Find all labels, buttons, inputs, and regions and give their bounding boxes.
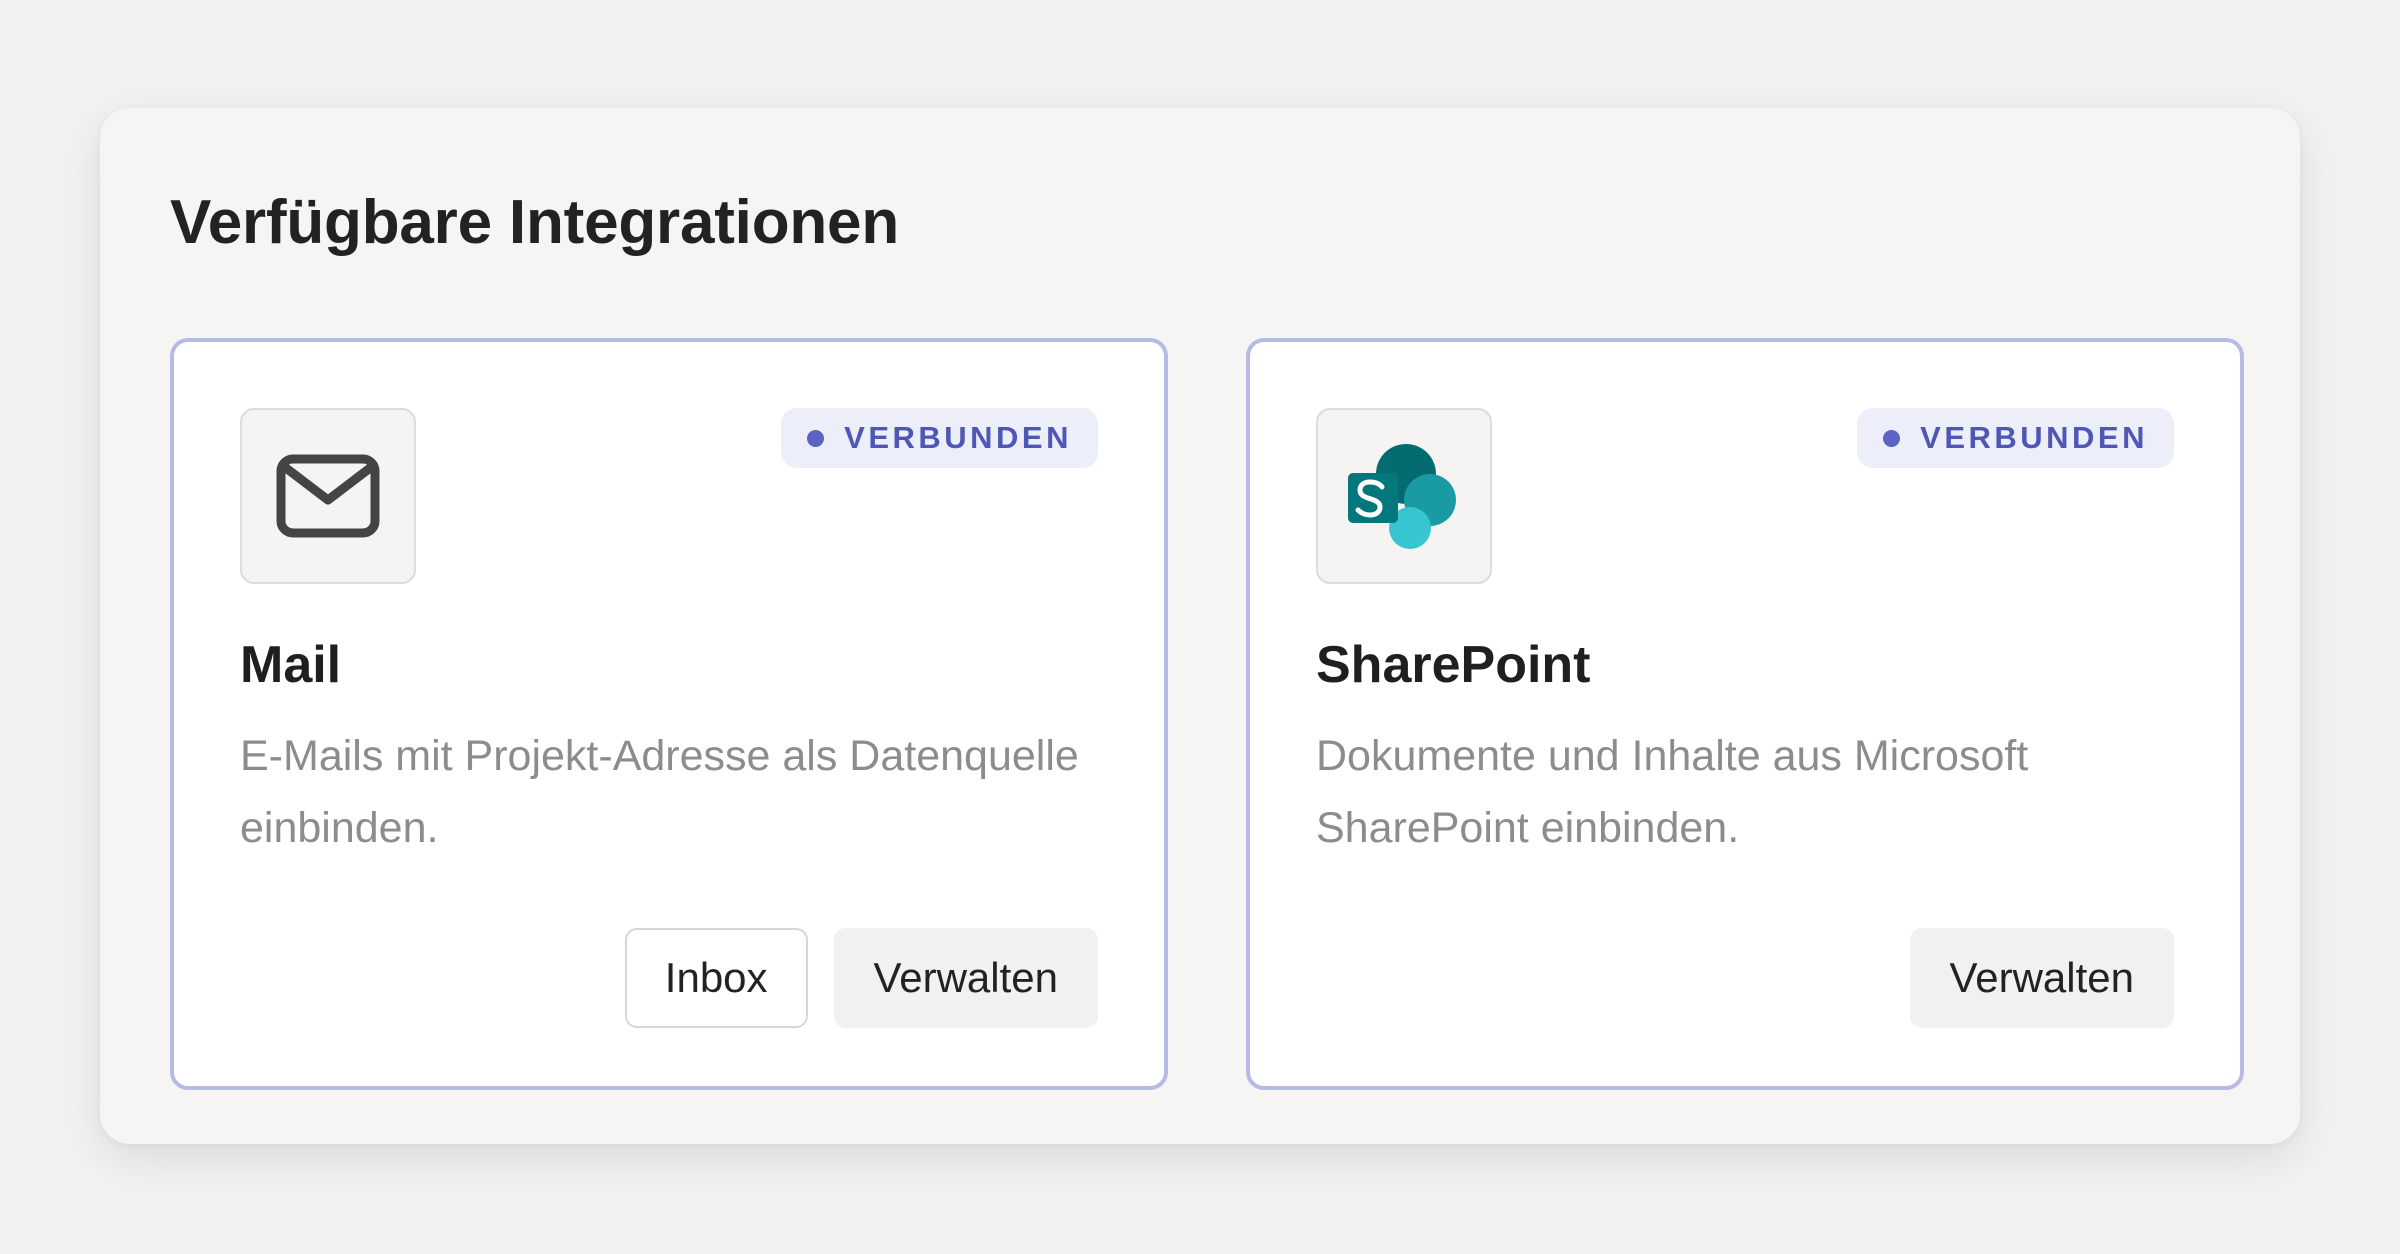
manage-button[interactable]: Verwalten: [833, 928, 1098, 1028]
manage-button[interactable]: Verwalten: [1909, 928, 2174, 1028]
integration-name: Mail: [240, 636, 342, 694]
status-badge-label: VERBUNDEN: [844, 420, 1072, 455]
integration-card-mail[interactable]: VERBUNDEN Mail E-Mails mit Projekt-Adres…: [170, 338, 1168, 1090]
integration-card-sharepoint[interactable]: VERBUNDEN SharePoint Dokumente und Inhal…: [1246, 338, 2244, 1090]
panel-title: Verfügbare Integrationen: [170, 188, 899, 257]
integration-description: Dokumente und Inhalte aus Microsoft Shar…: [1316, 732, 2029, 852]
card-actions: Verwalten: [1909, 928, 2174, 1028]
inbox-button[interactable]: Inbox: [624, 928, 808, 1028]
status-dot-icon: [1883, 429, 1901, 447]
integrations-panel: Verfügbare Integrationen VERBUNDEN Mail …: [100, 108, 2300, 1144]
status-badge: VERBUNDEN: [781, 408, 1098, 468]
integration-name: SharePoint: [1316, 636, 1591, 694]
mail-logo: [240, 408, 416, 584]
mail-envelope-icon: [276, 454, 380, 538]
card-actions: Inbox Verwalten: [624, 928, 1098, 1028]
status-dot-icon: [807, 429, 825, 447]
status-badge: VERBUNDEN: [1857, 408, 2174, 468]
sharepoint-logo-icon: [1348, 444, 1456, 549]
integration-description: E-Mails mit Projekt-Adresse als Datenque…: [240, 732, 1079, 852]
sharepoint-logo: [1316, 408, 1492, 584]
status-badge-label: VERBUNDEN: [1920, 420, 2148, 455]
